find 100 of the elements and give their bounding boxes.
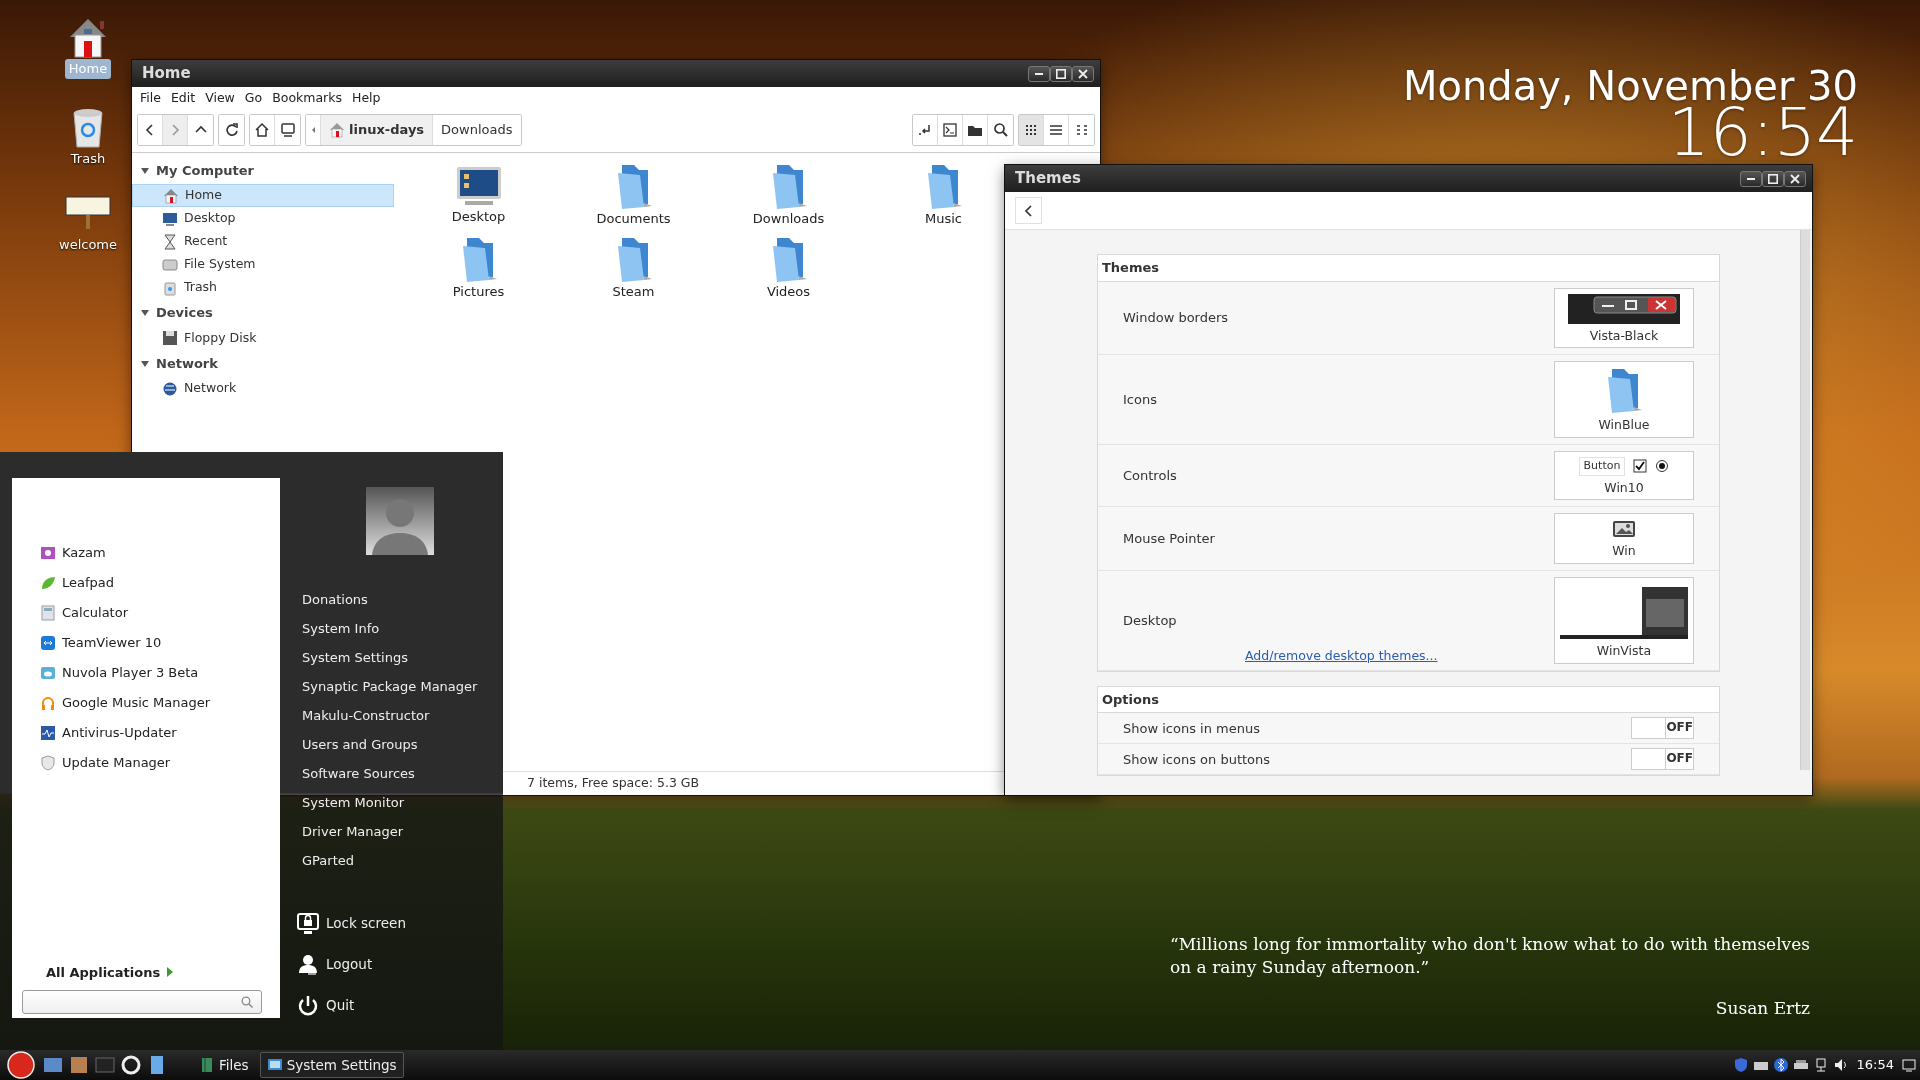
file-name[interactable]: Desktop	[451, 206, 506, 227]
desktop-themes-link[interactable]: Add/remove desktop themes...	[1245, 647, 1438, 666]
toggle-switch[interactable]: OFF	[1631, 717, 1694, 740]
reload-button[interactable]	[219, 114, 244, 145]
sidebar-heading[interactable]: Devices	[156, 303, 213, 323]
box-icon[interactable]	[68, 1054, 90, 1076]
theme-preview[interactable]: Win	[1554, 513, 1694, 564]
menu-item[interactable]: Driver Manager	[302, 817, 503, 846]
theme-preview[interactable]: WinBlue	[1554, 361, 1694, 438]
house-icon	[163, 187, 179, 204]
path-button[interactable]: linux-days	[321, 114, 434, 145]
volume-icon[interactable]	[1832, 1057, 1849, 1073]
home-icon	[254, 121, 270, 138]
taskbar-clock[interactable]: 16:54	[1852, 1055, 1898, 1075]
menu-item[interactable]: Edit	[170, 89, 196, 108]
pulse-chart-icon	[40, 725, 56, 741]
close-button[interactable]	[1072, 65, 1094, 82]
setting-label: Controls	[1123, 466, 1178, 485]
desktop-icon-label[interactable]: Trash	[66, 149, 110, 169]
sidebar-item[interactable]: Desktop	[132, 207, 394, 231]
desktop-icon-label[interactable]: welcome	[55, 235, 121, 255]
menu-item[interactable]: Makulu-Constructor	[302, 701, 503, 730]
leaf-icon	[40, 575, 56, 591]
sidebar-heading[interactable]: My Computer	[156, 160, 254, 181]
back-button[interactable]	[138, 114, 163, 145]
shield-icon[interactable]	[1732, 1057, 1749, 1073]
expander-icon[interactable]	[140, 358, 150, 369]
menu-item[interactable]: System Info	[302, 614, 503, 643]
sidebar-item[interactable]: Floppy Disk	[132, 326, 394, 350]
expander-icon[interactable]	[140, 165, 150, 176]
file-name[interactable]: Steam	[612, 282, 655, 302]
setting-label: Show icons on buttons	[1123, 750, 1271, 769]
menu-item[interactable]: View	[205, 89, 235, 108]
back-button[interactable]	[1015, 197, 1042, 224]
taskbar-button[interactable]: System Settings	[259, 1052, 404, 1078]
search-field[interactable]	[22, 990, 262, 1014]
home-button[interactable]	[250, 114, 275, 145]
menu-item[interactable]: Bookmarks	[272, 89, 342, 108]
menu-item[interactable]: Synaptic Package Manager	[302, 672, 503, 701]
session-button[interactable]: Lock screen	[296, 903, 503, 944]
theme-name: WinBlue	[1598, 416, 1650, 435]
app-menu-item[interactable]: Nuvola Player 3 Beta	[12, 658, 280, 688]
all-applications-link[interactable]: All Applications	[46, 962, 161, 982]
search-icon	[992, 121, 1009, 138]
quote-text: “Millions long for immortality who don't know what to do with themselves on a rainy Sunday afternoon.”	[1170, 933, 1811, 979]
close-icon	[1790, 173, 1800, 184]
menu-item[interactable]: File	[140, 89, 161, 108]
menu-item[interactable]: System Settings	[302, 643, 503, 672]
app-menu-item[interactable]: Calculator	[12, 598, 280, 628]
chevron-right-icon[interactable]	[166, 966, 175, 979]
minimize-button[interactable]	[1740, 170, 1762, 187]
trash-icon	[162, 279, 178, 296]
sidebar-item[interactable]: Home	[132, 184, 394, 208]
file-name[interactable]: Documents	[596, 208, 671, 229]
app-menu-item[interactable]: Antivirus-Updater	[12, 718, 280, 748]
sidebar-item[interactable]: File System	[132, 253, 394, 277]
open-terminal-button[interactable]	[913, 114, 938, 145]
menu-item[interactable]: Donations	[302, 585, 503, 614]
maximize-button[interactable]	[1050, 65, 1072, 82]
app-menu-item[interactable]: Leafpad	[12, 568, 280, 598]
computer-icon	[279, 121, 296, 138]
icons-view-button[interactable]	[1019, 114, 1044, 145]
theme-preview[interactable]: WinVista	[1554, 577, 1694, 664]
start-orb-icon[interactable]	[4, 1051, 38, 1079]
setting-label: Show icons in menus	[1123, 719, 1260, 738]
window-title: Themes	[1015, 168, 1081, 190]
bluetooth-icon[interactable]	[1772, 1057, 1789, 1073]
app-menu-item[interactable]: Google Music Manager	[12, 688, 280, 718]
app-menu-item[interactable]: Kazam	[12, 538, 280, 568]
minimize-button[interactable]	[1028, 65, 1050, 82]
toggle-switch[interactable]: OFF	[1631, 748, 1694, 771]
shield-icon	[40, 755, 56, 771]
theme-name: Win	[1612, 542, 1636, 561]
menu-item[interactable]: GParted	[302, 846, 503, 875]
sidebar-item[interactable]: Trash	[132, 276, 394, 300]
sidebar-heading[interactable]: Network	[156, 353, 218, 374]
session-button[interactable]: Quit	[296, 985, 503, 1026]
file-name[interactable]: Downloads	[752, 208, 825, 229]
menu-item[interactable]: Users and Groups	[302, 730, 503, 759]
session-button[interactable]: Logout	[296, 944, 503, 985]
maximize-button[interactable]	[1762, 170, 1784, 187]
expander-icon[interactable]	[140, 308, 150, 318]
theme-preview[interactable]: Button Win10	[1554, 451, 1694, 501]
calculator-icon	[40, 605, 56, 621]
taskbar-button[interactable]: Files	[192, 1052, 256, 1078]
close-button[interactable]	[1784, 170, 1806, 187]
file-name[interactable]: Videos	[766, 282, 811, 302]
sidebar-item[interactable]: Network	[132, 377, 394, 401]
ring-icon[interactable]	[120, 1054, 142, 1076]
menu-item[interactable]: Go	[244, 89, 263, 108]
app-menu-item[interactable]: TeamViewer 10	[12, 628, 280, 658]
file-name[interactable]: Music	[925, 208, 962, 229]
theme-preview[interactable]: Vista-Black	[1554, 287, 1694, 349]
scrollbar[interactable]	[1800, 230, 1810, 770]
sidebar-item[interactable]: Recent	[132, 230, 394, 254]
menu-item[interactable]: Help	[352, 89, 381, 108]
show-desktop-icon[interactable]	[1902, 1058, 1916, 1072]
file-name[interactable]: Pictures	[452, 282, 505, 302]
monitor-icon	[162, 210, 178, 227]
reload-icon	[223, 121, 240, 138]
